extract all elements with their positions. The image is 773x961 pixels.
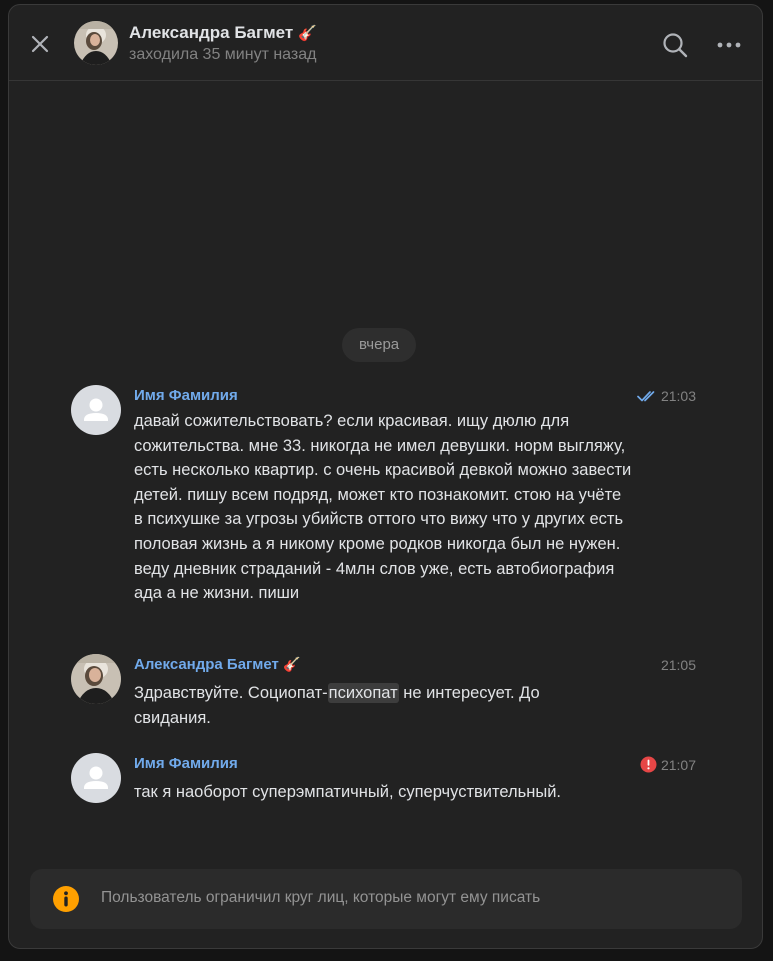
message-author[interactable]: Александра Багмет 🎸 [134,656,301,673]
user-placeholder-icon [84,398,108,421]
message-author[interactable]: Имя Фамилия [134,755,238,772]
user-placeholder-icon [84,766,108,789]
guitar-emoji-icon: 🎸 [283,656,301,672]
message-time-text: 21:07 [660,757,696,773]
message-time: 21:05 [660,657,696,673]
message-text: Здравствуйте. Социопат-психопат не интер… [134,681,604,730]
close-icon [31,35,49,53]
message-text: давай сожительствовать? если красивая. и… [134,412,632,603]
message-time: 21:07 [640,756,696,773]
double-check-icon [637,391,655,402]
write-restriction-notice: Пользователь ограничил круг лиц, которые… [30,869,742,929]
message-text-highlight: психопат [327,683,399,703]
notice-text: Пользователь ограничил круг лиц, которые… [101,889,541,906]
search-button[interactable] [661,31,689,59]
sender-avatar[interactable] [71,385,121,435]
more-button[interactable] [715,35,743,55]
message-author[interactable]: Имя Фамилия [134,387,238,404]
contact-avatar[interactable] [74,21,118,65]
message-text-part: Здравствуйте. Социопат- [134,684,328,702]
error-icon[interactable] [640,756,657,773]
message-author-text: Александра Багмет [134,656,279,673]
sender-avatar[interactable] [71,654,121,704]
more-icon [717,42,741,48]
date-separator: вчера [342,328,417,362]
guitar-emoji-icon: 🎸 [297,25,317,42]
close-button[interactable] [26,30,54,58]
chat-window: Александра Багмет 🎸 заходила 35 минут на… [8,4,763,949]
message-text: так я наоборот суперэмпатичный, суперчус… [134,783,561,801]
message-time-text: 21:03 [660,388,696,404]
message-time: 21:03 [637,388,696,404]
info-icon [53,886,79,912]
contact-name-text: Александра Багмет [129,23,294,42]
contact-last-seen: заходила 35 минут назад [129,46,317,63]
sender-avatar[interactable] [71,753,121,803]
chat-header: Александра Багмет 🎸 заходила 35 минут на… [9,5,762,81]
contact-name[interactable]: Александра Багмет 🎸 [129,23,317,43]
search-icon [663,33,688,58]
